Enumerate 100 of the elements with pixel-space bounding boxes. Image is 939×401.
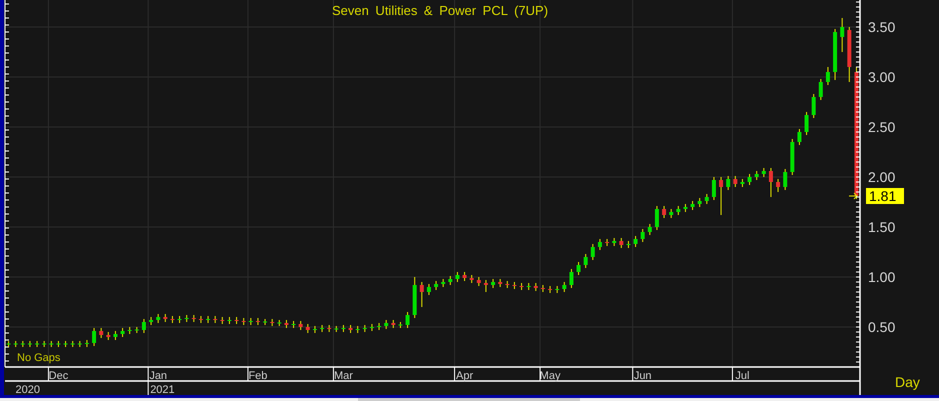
candlestick [476, 276, 481, 286]
axis-label: Jun [634, 370, 652, 382]
candlestick [491, 278, 496, 288]
candlestick [163, 314, 168, 322]
candlestick [540, 284, 545, 292]
year-label: 2021 [150, 384, 175, 395]
candlestick [170, 316, 174, 324]
candlestick [178, 316, 182, 324]
candlestick [292, 320, 296, 328]
candlestick [256, 318, 260, 326]
axis-label: 3.50 [868, 19, 896, 35]
candlestick [14, 340, 18, 348]
candlestick [455, 272, 460, 282]
candlestick [590, 244, 595, 260]
axis-label: Dec [48, 370, 68, 382]
candlestick [826, 66, 830, 86]
last-price-label: 1.81 [866, 188, 904, 204]
axis-label: May [540, 370, 560, 382]
candlestick [754, 170, 759, 180]
candlestick [312, 326, 317, 334]
candlestick [184, 314, 189, 322]
candlestick [398, 322, 402, 328]
candlestick [248, 318, 253, 326]
candlestick [712, 176, 716, 200]
candlestick [99, 328, 104, 338]
candlestick [49, 340, 54, 348]
gap-mode-label: No Gaps [17, 352, 60, 364]
candlestick [113, 330, 118, 340]
scrollbar-thumb[interactable] [358, 398, 580, 401]
candlestick [42, 340, 46, 348]
candlestick [698, 198, 702, 208]
candlestick [334, 326, 338, 332]
candlestick [377, 322, 382, 330]
candlestick [35, 340, 40, 348]
candlestick [298, 320, 303, 330]
candlestick [406, 312, 410, 328]
candlestick [220, 316, 224, 324]
candlestick [783, 168, 788, 190]
candlestick [833, 28, 838, 80]
candlestick [704, 194, 709, 204]
axis-label: 0.50 [868, 319, 896, 335]
axis-label: 2.50 [868, 119, 896, 135]
candlestick [234, 316, 239, 324]
candlestick [676, 206, 680, 216]
candlestick [242, 318, 246, 326]
candlestick [84, 340, 89, 348]
candlestick [391, 320, 396, 328]
axis-label: 1.50 [868, 219, 896, 235]
candlestick [654, 206, 659, 230]
candlestick [669, 208, 674, 218]
candlestick [270, 318, 274, 326]
candlestick [534, 282, 538, 292]
candlestick [762, 168, 766, 178]
axis-label: Apr [456, 370, 474, 382]
candlestick [790, 138, 794, 176]
candlestick [484, 280, 488, 292]
candlestick [227, 316, 232, 324]
candlestick [584, 254, 588, 268]
candlestick [768, 168, 773, 198]
arrow-icon [848, 192, 858, 200]
candlestick [213, 316, 218, 324]
candlestick [812, 94, 816, 118]
candlestick [156, 314, 160, 324]
candlestick [412, 276, 417, 318]
candlestick [64, 340, 68, 348]
candlestick [733, 176, 738, 188]
candlestick [426, 284, 431, 296]
candlestick [462, 272, 467, 282]
candlestick [320, 324, 324, 332]
candlestick [683, 204, 688, 212]
candlestick [640, 228, 645, 242]
candlestick [648, 224, 652, 236]
candlestick [512, 282, 516, 290]
candlestick [341, 324, 346, 332]
candlestick [626, 240, 630, 248]
candlestick [526, 282, 531, 290]
candlestick [818, 78, 823, 100]
candlestick [548, 286, 552, 294]
candlestick [555, 286, 560, 294]
candlestick [348, 324, 353, 334]
axis-label: Jan [149, 370, 168, 382]
candlestick [142, 318, 146, 334]
axis-label: Jul [735, 370, 750, 382]
axis-label: Mar [334, 370, 353, 382]
axis-label: 3.00 [868, 69, 896, 85]
candlestick [776, 178, 780, 192]
axis-label: Feb [248, 370, 268, 382]
candlestick [726, 176, 730, 190]
candlestick [505, 280, 510, 288]
candlestick [797, 128, 802, 146]
candlestick [448, 276, 452, 286]
candlestick [327, 324, 332, 332]
candlestick [120, 328, 125, 338]
candlestick [498, 278, 502, 288]
candlestick [719, 176, 724, 216]
interval-label: Day [895, 374, 920, 390]
year-label: 2020 [16, 384, 40, 395]
candlestick [605, 238, 610, 246]
candlestick [6, 340, 11, 348]
candlestick [306, 324, 310, 334]
